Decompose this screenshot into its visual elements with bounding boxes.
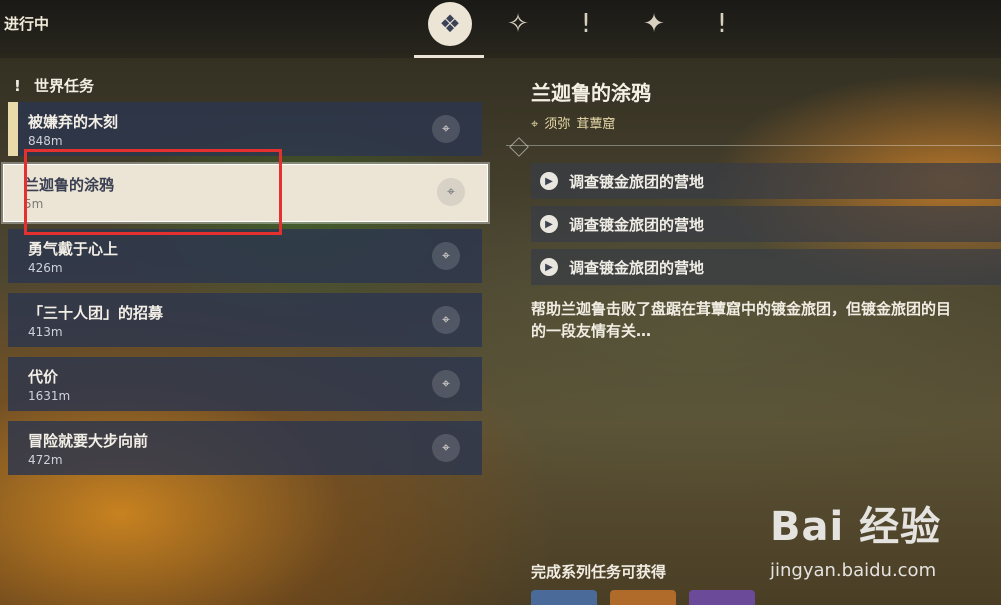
exclamation-icon: ! [716, 9, 728, 39]
quest-name: 代价 [28, 368, 59, 386]
star-emblem-icon: ✦ [643, 9, 665, 39]
play-icon: ▶ [540, 215, 558, 233]
tracked-marker [8, 102, 18, 156]
map-pin-icon[interactable]: ⌖ [437, 178, 465, 206]
quest-distance: 426m [28, 261, 63, 275]
tab-all-quests[interactable]: ❖ [420, 0, 480, 48]
location-pin-icon: ⌖ [531, 117, 539, 132]
description-line: 帮助兰迦鲁击败了盘踞在茸蕈窟中的镀金旅团，但镀金旅团的目 [531, 300, 952, 318]
location-region: 须弥 [544, 117, 571, 132]
quest-step-text: 调查镀金旅团的营地 [569, 259, 705, 277]
tab-story-quests[interactable]: ✦ [624, 0, 684, 48]
compass-emblem-icon: ✧ [507, 9, 529, 39]
quest-step[interactable]: ▶ 调查镀金旅团的营地 [531, 249, 1001, 285]
quest-step[interactable]: ▶ 调查镀金旅团的营地 [531, 206, 1001, 242]
quest-name: 勇气戴于心上 [28, 240, 119, 258]
exclamation-icon: ! [580, 9, 592, 39]
quest-distance: 1631m [28, 389, 71, 403]
quest-item[interactable]: 「三十人团」的招募 413m ⌖ [8, 293, 482, 347]
annotation-highlight-box [24, 149, 282, 235]
reward-item[interactable] [689, 590, 755, 605]
quest-location: ⌖ 须弥 茸蕈窟 [531, 113, 621, 132]
quest-step[interactable]: ▶ 调查镀金旅团的营地 [531, 163, 1001, 199]
location-place: 茸蕈窟 [576, 117, 616, 132]
quest-detail-title: 兰迦鲁的涂鸦 [531, 81, 651, 105]
watermark-url: jingyan.baidu.com [770, 560, 937, 581]
divider-ornament [509, 137, 529, 157]
quest-name: 冒险就要大步向前 [28, 432, 149, 450]
map-pin-icon[interactable]: ⌖ [432, 370, 460, 398]
quest-step-text: 调查镀金旅团的营地 [569, 173, 705, 191]
tab-world-quests[interactable]: ! [556, 0, 616, 48]
description-line: 的一段友情有关… [531, 322, 652, 340]
divider [506, 145, 1001, 146]
tab-archon-quests[interactable]: ✧ [488, 0, 548, 48]
quest-distance: 848m [28, 134, 63, 148]
exclamation-icon: ! [14, 77, 21, 95]
quest-item[interactable]: 被嫌弃的木刻 848m ⌖ [8, 102, 482, 156]
reward-heading: 完成系列任务可获得 [531, 563, 667, 581]
top-bar: 进行中 ❖ ✧ ! ✦ ! [0, 0, 1001, 58]
diamond-cluster-icon: ❖ [439, 10, 461, 38]
quest-item[interactable]: 冒险就要大步向前 472m ⌖ [8, 421, 482, 475]
quest-distance: 472m [28, 453, 63, 467]
watermark: Bai 经验 jingyan.baidu.com [770, 494, 1001, 584]
quest-item[interactable]: 勇气戴于心上 426m ⌖ [8, 229, 482, 283]
watermark-logo: Bai 经验 [770, 504, 942, 550]
section-header: ! 世界任务 [14, 75, 94, 96]
map-pin-icon[interactable]: ⌖ [432, 242, 460, 270]
section-title: 世界任务 [34, 77, 95, 95]
quest-description: 帮助兰迦鲁击败了盘踞在茸蕈窟中的镀金旅团，但镀金旅团的目 的一段友情有关… [531, 298, 1001, 342]
map-pin-icon[interactable]: ⌖ [432, 434, 460, 462]
header-title: 进行中 [4, 15, 50, 33]
reward-item[interactable] [531, 590, 597, 605]
map-pin-icon[interactable]: ⌖ [432, 306, 460, 334]
active-tab-underline [414, 55, 484, 58]
quest-step-text: 调查镀金旅团的营地 [569, 216, 705, 234]
quest-name: 被嫌弃的木刻 [28, 113, 119, 131]
play-icon: ▶ [540, 258, 558, 276]
reward-item[interactable] [610, 590, 676, 605]
map-pin-icon[interactable]: ⌖ [432, 115, 460, 143]
quest-distance: 413m [28, 325, 63, 339]
play-icon: ▶ [540, 172, 558, 190]
quest-item[interactable]: 代价 1631m ⌖ [8, 357, 482, 411]
tab-commissions[interactable]: ! [692, 0, 752, 48]
quest-name: 「三十人团」的招募 [28, 304, 164, 322]
